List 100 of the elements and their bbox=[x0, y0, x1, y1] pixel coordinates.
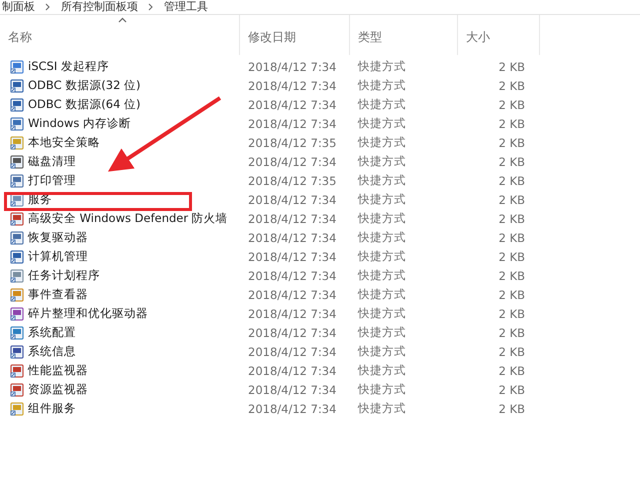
date-cell-text: 2018/4/12 7:34 bbox=[247, 364, 338, 378]
type-cell-text: 快捷方式 bbox=[356, 211, 407, 226]
date-cell-text: 2018/4/12 7:35 bbox=[247, 174, 338, 188]
breadcrumb-item[interactable]: 制面板 bbox=[2, 0, 35, 14]
type-cell-text: 快捷方式 bbox=[356, 287, 407, 302]
file-name[interactable]: 系统信息 bbox=[28, 344, 76, 359]
shortcut-icon bbox=[10, 364, 24, 378]
type-cell-text: 快捷方式 bbox=[356, 306, 407, 321]
size-cell-text: 2 KB bbox=[498, 306, 526, 320]
type-cell-text: 快捷方式 bbox=[356, 249, 407, 264]
file-name[interactable]: 任务计划程序 bbox=[28, 268, 100, 283]
size-cell-text: 2 KB bbox=[498, 174, 526, 188]
size-cell-text: 2 KB bbox=[498, 116, 526, 130]
date-cell-text: 2018/4/12 7:34 bbox=[247, 382, 338, 396]
type-cell-text: 快捷方式 bbox=[356, 382, 407, 397]
size-cell-text: 2 KB bbox=[498, 154, 526, 168]
file-name[interactable]: 碎片整理和优化驱动器 bbox=[28, 306, 148, 321]
shortcut-icon bbox=[10, 136, 24, 150]
date-cell-text: 2018/4/12 7:34 bbox=[247, 402, 338, 416]
date-cell-text: 2018/4/12 7:34 bbox=[247, 288, 338, 302]
type-cell-text: 快捷方式 bbox=[356, 59, 407, 74]
type-cell-text: 快捷方式 bbox=[356, 97, 407, 112]
date-cell-text: 2018/4/12 7:34 bbox=[247, 60, 338, 74]
file-name[interactable]: ODBC 数据源(32 位) bbox=[28, 78, 141, 93]
file-name[interactable]: 系统配置 bbox=[28, 325, 76, 340]
file-name[interactable]: 组件服务 bbox=[28, 401, 76, 416]
size-cell-text: 2 KB bbox=[498, 382, 526, 396]
shortcut-icon bbox=[10, 174, 24, 188]
shortcut-icon bbox=[10, 326, 24, 340]
file-name[interactable]: 恢复驱动器 bbox=[28, 230, 88, 245]
shortcut-icon bbox=[10, 60, 24, 74]
size-cell-text: 2 KB bbox=[498, 364, 526, 378]
file-name[interactable]: 性能监视器 bbox=[28, 363, 88, 378]
type-cell-text: 快捷方式 bbox=[356, 325, 407, 340]
date-cell-text: 2018/4/12 7:34 bbox=[247, 230, 338, 244]
file-name[interactable]: 磁盘清理 bbox=[28, 154, 76, 169]
shortcut-icon bbox=[10, 402, 24, 416]
type-cell-text: 快捷方式 bbox=[356, 401, 407, 416]
file-name[interactable]: 资源监视器 bbox=[28, 382, 88, 397]
size-cell-text: 2 KB bbox=[498, 344, 526, 358]
type-cell-text: 快捷方式 bbox=[356, 154, 407, 169]
size-cell-text: 2 KB bbox=[498, 288, 526, 302]
type-cell-text: 快捷方式 bbox=[356, 363, 407, 378]
shortcut-icon bbox=[10, 268, 24, 282]
column-header[interactable]: 类型 bbox=[350, 15, 458, 55]
date-cell-text: 2018/4/12 7:34 bbox=[247, 116, 338, 130]
date-cell-text: 2018/4/12 7:34 bbox=[247, 78, 338, 92]
size-cell-text: 2 KB bbox=[498, 268, 526, 282]
size-cell-text: 2 KB bbox=[498, 98, 526, 112]
type-cell-text: 快捷方式 bbox=[356, 230, 407, 245]
breadcrumb-item[interactable]: 所有控制面板项 bbox=[61, 0, 138, 14]
size-cell-text: 2 KB bbox=[498, 230, 526, 244]
type-cell-text: 快捷方式 bbox=[356, 78, 407, 93]
file-name[interactable]: 打印管理 bbox=[28, 173, 76, 188]
shortcut-icon bbox=[10, 306, 24, 320]
date-cell-text: 2018/4/12 7:34 bbox=[247, 154, 338, 168]
date-cell-text: 2018/4/12 7:34 bbox=[247, 250, 338, 264]
shortcut-icon bbox=[10, 230, 24, 244]
file-name[interactable]: 计算机管理 bbox=[28, 249, 88, 264]
date-cell-text: 2018/4/12 7:34 bbox=[247, 212, 338, 226]
date-cell-text: 2018/4/12 7:35 bbox=[247, 136, 338, 150]
date-cell-text: 2018/4/12 7:34 bbox=[247, 98, 338, 112]
size-cell-text: 2 KB bbox=[498, 250, 526, 264]
column-header[interactable]: 大小 bbox=[458, 15, 540, 55]
type-cell-text: 快捷方式 bbox=[356, 268, 407, 283]
size-cell-text: 2 KB bbox=[498, 212, 526, 226]
date-cell-text: 2018/4/12 7:34 bbox=[247, 344, 338, 358]
shortcut-icon bbox=[10, 212, 24, 226]
size-cell-text: 2 KB bbox=[498, 78, 526, 92]
chevron-icon bbox=[45, 3, 51, 11]
shortcut-icon bbox=[10, 250, 24, 264]
file-name[interactable]: Windows 内存诊断 bbox=[28, 116, 131, 131]
file-name[interactable]: 事件查看器 bbox=[28, 287, 88, 302]
file-name[interactable]: 本地安全策略 bbox=[28, 135, 100, 150]
date-cell-text: 2018/4/12 7:34 bbox=[247, 306, 338, 320]
size-cell-text: 2 KB bbox=[498, 192, 526, 206]
type-cell-text: 快捷方式 bbox=[356, 192, 407, 207]
sort-caret-icon bbox=[118, 17, 127, 23]
shortcut-icon bbox=[10, 288, 24, 302]
type-cell-text: 快捷方式 bbox=[356, 173, 407, 188]
date-cell-text: 2018/4/12 7:34 bbox=[247, 326, 338, 340]
file-name[interactable]: ODBC 数据源(64 位) bbox=[28, 97, 141, 112]
chevron-icon bbox=[148, 3, 154, 11]
size-cell-text: 2 KB bbox=[498, 136, 526, 150]
shortcut-icon bbox=[10, 154, 24, 168]
date-cell-text: 2018/4/12 7:34 bbox=[247, 268, 338, 282]
column-header[interactable]: 修改日期 bbox=[240, 15, 350, 55]
column-header[interactable]: 名称 bbox=[0, 15, 240, 55]
file-name[interactable]: 高级安全 Windows Defender 防火墙 bbox=[28, 211, 228, 226]
size-cell-text: 2 KB bbox=[498, 402, 526, 416]
file-name[interactable]: iSCSI 发起程序 bbox=[28, 59, 109, 74]
date-cell-text: 2018/4/12 7:34 bbox=[247, 192, 338, 206]
shortcut-icon bbox=[10, 78, 24, 92]
breadcrumb-item[interactable]: 管理工具 bbox=[164, 0, 208, 14]
shortcut-icon bbox=[10, 98, 24, 112]
size-cell-text: 2 KB bbox=[498, 60, 526, 74]
shortcut-icon bbox=[10, 116, 24, 130]
shortcut-icon bbox=[10, 344, 24, 358]
type-cell-text: 快捷方式 bbox=[356, 135, 407, 150]
type-cell-text: 快捷方式 bbox=[356, 344, 407, 359]
